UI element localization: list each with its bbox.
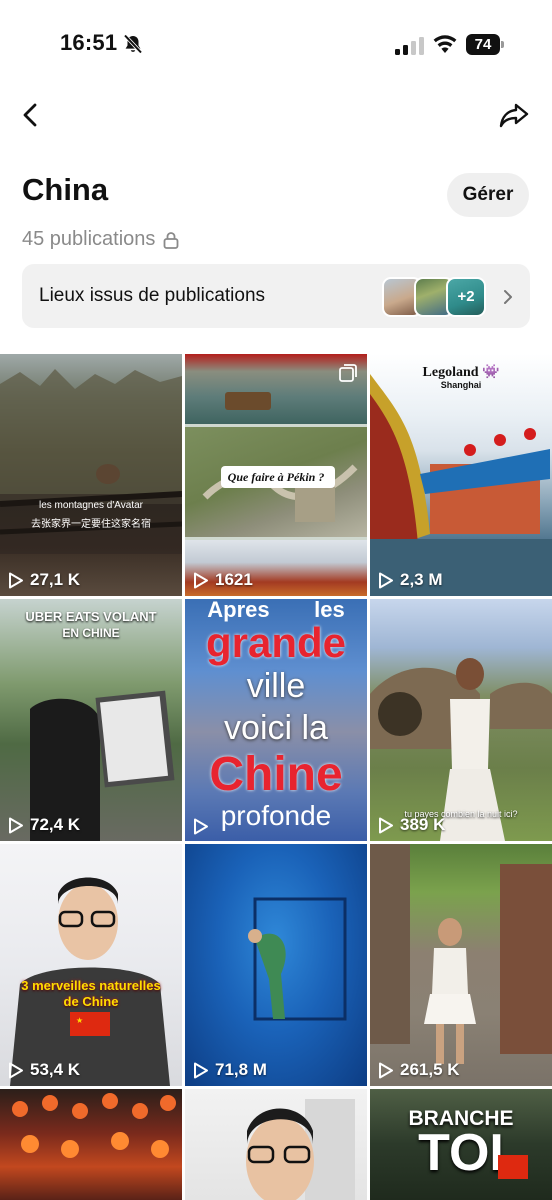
play-icon	[9, 572, 23, 588]
text-line: grande	[205, 619, 347, 666]
play-icon	[9, 817, 23, 833]
post-caption: Legoland 👾	[422, 365, 500, 380]
woman-hobbit-house-graphic	[370, 658, 552, 841]
view-count: 71,8 M	[193, 1060, 267, 1080]
post-caption: 3 merveilles naturelles	[21, 978, 161, 993]
status-time: 16:51	[60, 30, 118, 55]
view-count	[193, 818, 215, 835]
svg-text:★: ★	[76, 1016, 83, 1025]
lego-building-graphic	[370, 374, 552, 596]
play-icon	[194, 818, 208, 835]
multiple-images-icon	[339, 364, 357, 382]
battery-tip	[501, 41, 504, 48]
text-line: voici la	[224, 709, 328, 747]
post-thumbnail[interactable]: ★ 3 merveilles naturelles de Chine 53,4 …	[0, 844, 182, 1086]
play-icon	[379, 1062, 393, 1078]
boat-shape	[225, 392, 271, 410]
share-icon[interactable]	[498, 100, 530, 130]
post-thumbnail[interactable]: les montagnes d'Avatar 去张家界一定要住这家名宿 27,1…	[0, 354, 182, 596]
view-count-value: 389 K	[400, 815, 446, 834]
post-caption-secondary: Shanghai	[440, 380, 482, 390]
play-icon	[379, 572, 393, 588]
post-caption-secondary: de Chine	[63, 994, 119, 1009]
view-count: 261,5 K	[378, 1060, 460, 1080]
wifi-icon	[433, 35, 457, 53]
lock-icon	[164, 231, 179, 249]
view-count-value: 27,1 K	[30, 570, 81, 589]
view-count-value: 2,3 M	[400, 570, 443, 589]
text-line: ville	[246, 667, 306, 705]
text-line: Chine	[209, 748, 343, 801]
dancer-underwater-graphic	[248, 897, 347, 1021]
chevron-right-icon	[504, 290, 512, 304]
play-icon	[9, 1062, 23, 1078]
view-count: 389 K	[378, 815, 445, 835]
cellular-signal-icon	[395, 37, 424, 55]
play-icon	[379, 817, 393, 833]
play-icon	[194, 572, 208, 588]
post-thumbnail[interactable]: Que faire à Pékin ? 1621	[185, 354, 367, 596]
places-from-posts-row[interactable]: Lieux issus de publications +2	[22, 264, 530, 328]
back-arrow-icon[interactable]	[18, 100, 46, 130]
cliffs-graphic	[0, 369, 182, 554]
lanterns-graphic	[12, 1093, 176, 1158]
post-thumbnail[interactable]: 261,5 K	[370, 844, 552, 1086]
publication-count-label: 45 publications	[22, 228, 156, 250]
presenter-graphic	[246, 1099, 355, 1200]
publication-count: 45 publications	[22, 228, 179, 251]
manage-button[interactable]: Gérer	[447, 173, 529, 217]
post-caption-secondary: EN CHINE	[62, 626, 120, 640]
post-thumbnail[interactable]: tu payes combien la nuit ici? 389 K	[370, 599, 552, 841]
presenter-graphic: ★	[10, 877, 170, 1086]
post-thumbnail[interactable]: 71,8 M	[185, 844, 367, 1086]
post-thumbnail[interactable]: Legoland 👾 Shanghai 2,3 M	[370, 354, 552, 596]
text-line: les	[314, 599, 345, 622]
post-thumbnail[interactable]	[0, 1089, 182, 1200]
view-count-value: 72,4 K	[30, 815, 81, 834]
post-caption: UBER EATS VOLANT	[25, 609, 157, 624]
china-flag	[498, 1155, 528, 1179]
woman-walking-graphic	[370, 844, 552, 1064]
view-count: 1621	[193, 570, 253, 590]
play-icon	[194, 1062, 208, 1078]
view-count-value: 261,5 K	[400, 1060, 460, 1079]
post-caption-secondary: 去张家界一定要住这家名宿	[31, 519, 151, 530]
view-count: 72,4 K	[8, 815, 80, 835]
post-thumbnail[interactable]	[185, 1089, 367, 1200]
post-thumbnail[interactable]: BRANCHE TOI	[370, 1089, 552, 1200]
post-thumbnail[interactable]: UBER EATS VOLANT EN CHINE 72,4 K	[0, 599, 182, 841]
view-count: 53,4 K	[8, 1060, 80, 1080]
battery-level: 74	[466, 34, 500, 55]
posts-grid: les montagnes d'Avatar 去张家界一定要住这家名宿 27,1…	[0, 354, 552, 1200]
collection-title: China	[22, 172, 109, 207]
place-more-count: +2	[446, 277, 486, 317]
view-count-value: 1621	[215, 570, 253, 589]
view-count-value: 71,8 M	[215, 1060, 267, 1079]
battery-indicator: 74	[466, 34, 504, 55]
view-count: 2,3 M	[378, 570, 443, 590]
status-bar: 16:51 74	[0, 0, 552, 90]
view-count: 27,1 K	[8, 570, 80, 590]
post-thumbnail[interactable]: Apres les grande ville voici la Chine pr…	[185, 599, 367, 841]
post-caption: Que faire à Pékin ?	[227, 470, 325, 484]
places-label: Lieux issus de publications	[39, 285, 266, 306]
post-caption: les montagnes d'Avatar	[38, 500, 143, 511]
text-line: Apres	[207, 599, 270, 622]
bell-muted-icon	[123, 34, 143, 54]
view-count-value: 53,4 K	[30, 1060, 81, 1079]
